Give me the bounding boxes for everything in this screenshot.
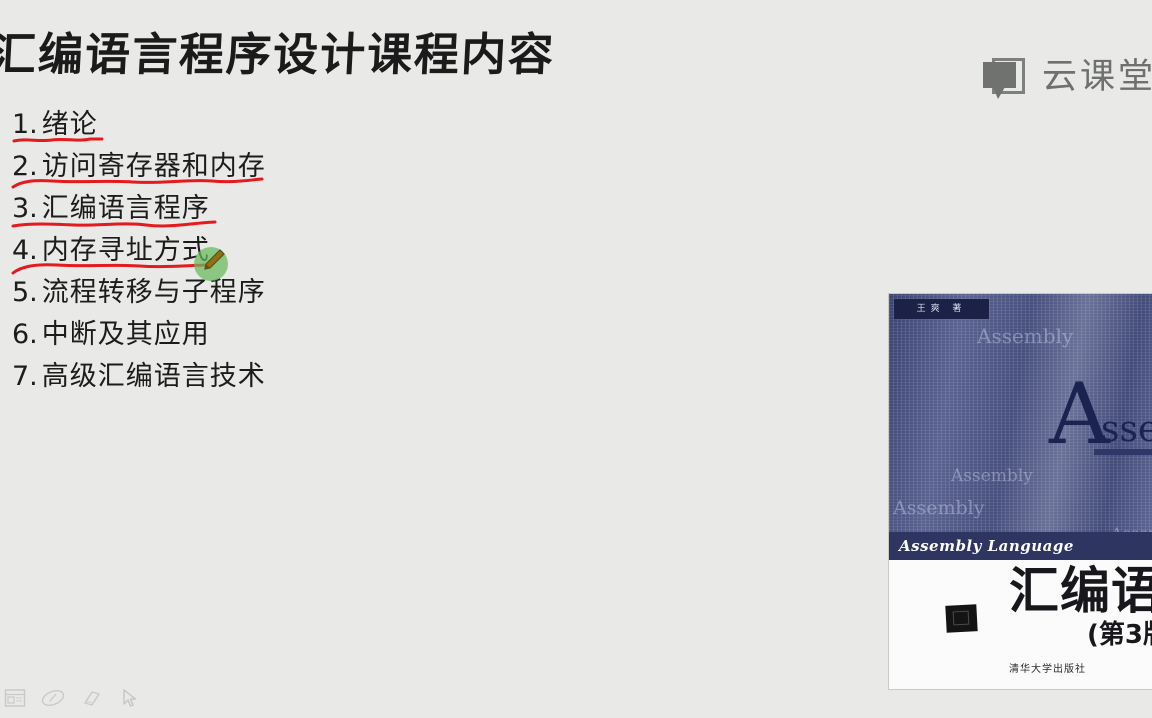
list-item-label: 流程转移与子程序 (41, 277, 266, 308)
book-big-word: ssembly (1101, 409, 1152, 450)
book-cover-image: 王爽 著 Assembly Assembly Assembly Assembly… (888, 293, 1152, 690)
annotation-toolbar (0, 678, 1152, 718)
list-item-label: 内存寻址方式 (41, 235, 210, 266)
list-item-number: 3. (12, 193, 38, 224)
outline-list: 1. 绪论 2. 访问寄存器和内存 3. 汇编语言程序 4. 内存寻址方式 5. 流程转移 (11, 104, 532, 398)
book-publisher: 清华大学出版社 (1009, 664, 1086, 675)
brand-logo-text: 云课堂 (1041, 56, 1152, 97)
list-item: 2. 访问寄存器和内存 (11, 146, 532, 189)
list-item-number: 7. (12, 361, 38, 392)
book-rule-divider (1094, 449, 1152, 455)
list-item-label: 中断及其应用 (41, 319, 210, 350)
book-english-title: Assembly Language (899, 537, 1074, 555)
list-item-label: 绪论 (41, 109, 98, 140)
list-item: 4. 内存寻址方式 (11, 230, 532, 275)
presentation-slide: 汇编语言程序设计课程内容 1. 绪论 2. 访问寄存器和内存 3. 汇编语言程序 4.… (0, 0, 1152, 718)
list-item-label: 访问寄存器和内存 (41, 151, 266, 182)
book-watermark: Assembly (893, 497, 985, 519)
list-item: 1. 绪论 (12, 104, 532, 146)
list-item-number: 4. (12, 235, 38, 266)
list-item-number: 6. (12, 319, 38, 350)
list-item: 7. 高级汇编语言技术 (12, 356, 532, 398)
list-item-label: 汇编语言程序 (41, 193, 210, 224)
cursor-icon[interactable] (116, 685, 142, 711)
list-item-number: 2. (12, 151, 38, 182)
eraser-icon[interactable] (78, 685, 104, 711)
list-item: 6. 中断及其应用 (12, 314, 532, 356)
list-item: 5. 流程转移与子程序 (12, 272, 532, 314)
book-edition: (第3版) (1087, 620, 1152, 650)
book-author: 王爽 著 (894, 299, 989, 319)
book-cover-artwork: 王爽 著 Assembly Assembly Assembly Assembly… (889, 294, 1152, 560)
brand-logo: 云课堂 (982, 56, 1152, 99)
slide-thumbnail-icon[interactable] (2, 685, 28, 711)
list-item-label: 高级汇编语言技术 (41, 361, 266, 392)
book-watermark: Assembly (977, 324, 1074, 348)
book-cover-lower: 汇编语言 (第3版) 清华大学出版社 (889, 560, 1152, 689)
list-item-number: 1. (12, 109, 38, 140)
book-english-title-band: Assembly Language (889, 532, 1152, 560)
page-title: 汇编语言程序设计课程内容 (0, 28, 557, 81)
list-item-number: 5. (12, 277, 38, 308)
book-watermark: Assembly (951, 466, 1033, 486)
book-chinese-title: 汇编语言 (1009, 562, 1152, 620)
pen-icon[interactable] (40, 685, 66, 711)
book-chip-graphic (945, 604, 978, 633)
speech-bubble-book-icon (982, 56, 1028, 99)
list-item: 3. 汇编语言程序 (11, 188, 532, 230)
